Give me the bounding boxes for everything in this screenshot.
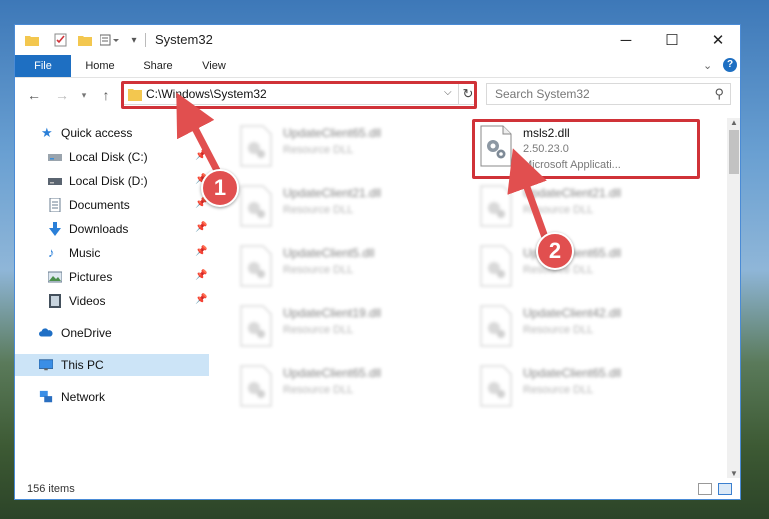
step-badge-2: 2 bbox=[536, 232, 574, 270]
annotation-arrows bbox=[176, 92, 550, 242]
arrow-to-file bbox=[507, 148, 550, 242]
step-badge-1: 1 bbox=[201, 169, 239, 207]
